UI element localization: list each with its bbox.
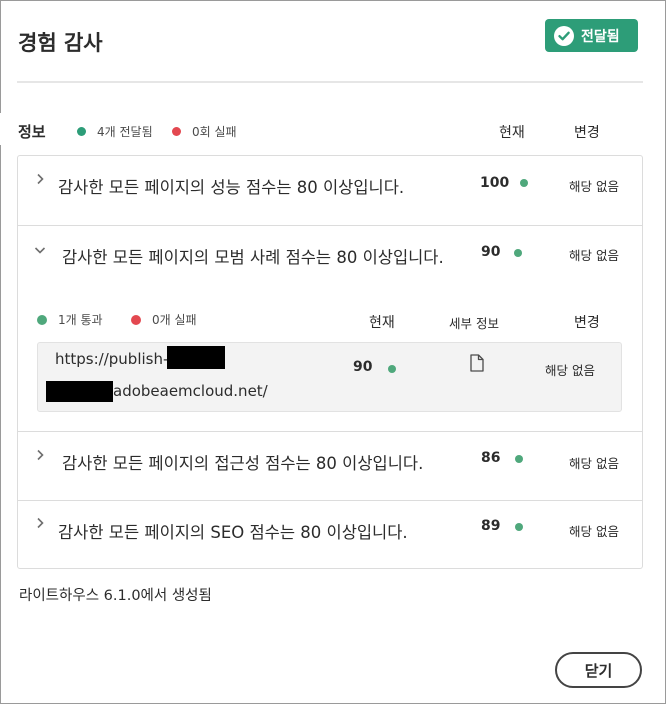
chevron-down-icon[interactable] <box>34 244 46 256</box>
dialog-title: 경험 감사 <box>18 31 103 55</box>
page-url-line-2[interactable]: adobeaemcloud.net/ <box>113 382 268 400</box>
column-change: 변경 <box>574 125 600 141</box>
audit-row-performance[interactable]: 감사한 모든 페이지의 성능 점수는 80 이상입니다. 100 해당 없음 <box>18 156 642 225</box>
score-status-dot <box>515 523 523 531</box>
detail-column-current: 현재 <box>369 315 395 331</box>
audit-list: 감사한 모든 페이지의 성능 점수는 80 이상입니다. 100 해당 없음 감… <box>17 155 643 569</box>
score-status-dot <box>514 249 522 257</box>
audit-label[interactable]: 감사한 모든 페이지의 모범 사례 점수는 80 이상입니다. <box>62 244 444 268</box>
detail-column-details: 세부 정보 <box>449 316 499 331</box>
summary-title: 정보 <box>18 123 46 141</box>
passed-legend: 1개 통과 <box>37 311 103 328</box>
audit-change: 해당 없음 <box>569 248 619 263</box>
document-icon[interactable] <box>470 354 484 372</box>
redacted-url-segment <box>46 381 113 402</box>
page-change: 해당 없음 <box>545 363 595 378</box>
audit-change: 해당 없음 <box>569 524 619 539</box>
audit-row-best-practices: 감사한 모든 페이지의 모범 사례 점수는 80 이상입니다. 90 해당 없음… <box>18 225 642 431</box>
left-border-gap <box>0 113 3 145</box>
close-button[interactable]: 닫기 <box>555 652 642 688</box>
chevron-right-icon[interactable] <box>34 449 46 461</box>
audit-change: 해당 없음 <box>569 456 619 471</box>
pass-dot <box>37 314 47 325</box>
status-badge: 전달됨 <box>545 19 638 52</box>
redacted-url-segment <box>167 346 225 369</box>
audit-label: 감사한 모든 페이지의 접근성 점수는 80 이상입니다. <box>62 454 424 473</box>
audit-row-seo[interactable]: 감사한 모든 페이지의 SEO 점수는 80 이상입니다. 89 해당 없음 <box>18 500 642 568</box>
score-status-dot <box>520 179 528 187</box>
score-status-dot <box>388 365 396 373</box>
audit-label: 감사한 모든 페이지의 성능 점수는 80 이상입니다. <box>58 178 405 197</box>
header-divider <box>17 81 643 83</box>
check-circle-icon <box>554 25 574 46</box>
audit-label: 감사한 모든 페이지의 SEO 점수는 80 이상입니다. <box>58 523 408 542</box>
detail-failed-legend: 0개 실패 <box>131 311 197 328</box>
experience-audit-dialog: 경험 감사 전달됨 정보 4개 전달됨 0회 실패 현재 변경 감사한 모든 페… <box>0 0 666 704</box>
summary-row: 정보 4개 전달됨 0회 실패 현재 변경 <box>18 119 648 141</box>
audit-score: 90 <box>481 244 501 260</box>
fail-dot <box>131 314 141 325</box>
pass-dot <box>77 127 86 136</box>
failed-legend: 0회 실패 <box>172 123 237 140</box>
page-result-row: https://publish- adobeaemcloud.net/ 90 해… <box>37 342 622 412</box>
audit-change: 해당 없음 <box>569 179 619 194</box>
chevron-right-icon[interactable] <box>34 517 46 529</box>
fail-dot <box>172 127 181 136</box>
audit-score: 89 <box>481 518 501 534</box>
page-score: 90 <box>353 359 373 375</box>
delivered-count: 4개 전달됨 <box>97 125 153 139</box>
chevron-right-icon[interactable] <box>34 173 46 185</box>
audit-score: 86 <box>481 450 501 466</box>
detail-failed-count: 0개 실패 <box>152 313 197 327</box>
audit-row-accessibility[interactable]: 감사한 모든 페이지의 접근성 점수는 80 이상입니다. 86 해당 없음 <box>18 431 642 500</box>
footer-note: 라이트하우스 6.1.0에서 생성됨 <box>19 588 212 604</box>
delivered-legend: 4개 전달됨 <box>77 123 153 140</box>
passed-count: 1개 통과 <box>58 313 103 327</box>
column-current: 현재 <box>499 125 525 141</box>
status-label: 전달됨 <box>581 28 620 45</box>
detail-column-change: 변경 <box>574 315 600 331</box>
score-status-dot <box>515 455 523 463</box>
audit-score: 100 <box>480 175 510 191</box>
page-url-line-1[interactable]: https://publish- <box>55 350 168 368</box>
failed-count: 0회 실패 <box>192 125 237 139</box>
